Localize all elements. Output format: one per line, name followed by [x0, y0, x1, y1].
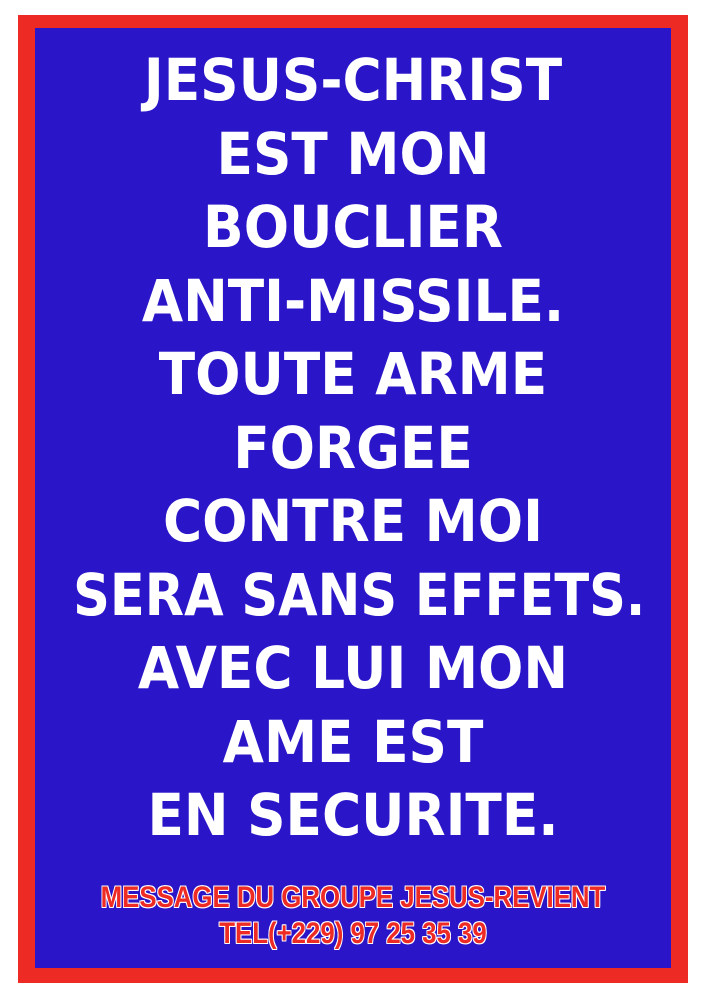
message-line: JESUS-CHRIST — [143, 46, 563, 114]
message-line: CONTRE MOI — [162, 487, 544, 555]
footer-message: MESSAGE DU GROUPE JESUS-REVIENT — [100, 881, 606, 914]
message-line: ANTI-MISSILE. — [141, 266, 565, 335]
message-line: SERA SANS EFFETS. — [73, 560, 646, 629]
message-line: AVEC LUI MON — [137, 634, 569, 702]
message-line: FORGEE — [233, 413, 473, 482]
message-line: EN SECURITE. — [147, 781, 559, 849]
message-line: TOUTE ARME — [158, 340, 548, 408]
message-line: EST MON — [216, 119, 490, 188]
poster-panel: JESUS-CHRIST EST MON BOUCLIER ANTI-MISSI… — [35, 28, 671, 968]
footer-phone: TEL(+229) 97 25 35 39 — [219, 917, 487, 950]
poster-message: JESUS-CHRIST EST MON BOUCLIER ANTI-MISSI… — [35, 44, 671, 853]
message-line: BOUCLIER — [203, 193, 503, 261]
message-line: AME EST — [222, 707, 484, 776]
poster-border: JESUS-CHRIST EST MON BOUCLIER ANTI-MISSI… — [18, 15, 688, 983]
